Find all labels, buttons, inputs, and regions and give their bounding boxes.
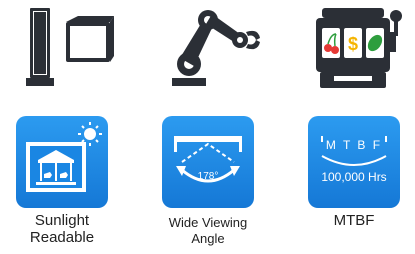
feature-label-viewing-line1: Wide Viewing [168, 215, 248, 230]
feature-label-sunlight-line2: Readable [29, 229, 95, 246]
viewing-angle-value: 178° [198, 171, 219, 182]
sunlight-readable-tile [16, 116, 108, 208]
sunlight-readable-icon [26, 122, 102, 192]
wide-viewing-angle-icon: 178° [174, 136, 242, 183]
feature-label-viewing-line2: Angle [191, 231, 225, 246]
mtbf-title: M T B F [325, 138, 383, 152]
kiosk-display-icon [18, 2, 118, 94]
feature-label-mtbf: MTBF [294, 212, 414, 229]
slot-machine-icon: $ [310, 2, 410, 94]
mtbf-tile: M T B F 100,000 Hrs [308, 116, 400, 208]
feature-label-mtbf-line1: MTBF [333, 212, 375, 229]
feature-label-sunlight-line1: Sunlight [34, 212, 90, 229]
robotic-arm-icon [166, 2, 266, 94]
feature-label-sunlight: Sunlight Readable [2, 212, 122, 246]
wide-viewing-angle-tile: 178° [162, 116, 254, 208]
feature-label-viewing: Wide Viewing Angle [148, 215, 268, 247]
mtbf-icon [321, 136, 387, 166]
mtbf-value: 100,000 Hrs [321, 170, 387, 184]
slot-reel-dollar: $ [348, 34, 358, 54]
